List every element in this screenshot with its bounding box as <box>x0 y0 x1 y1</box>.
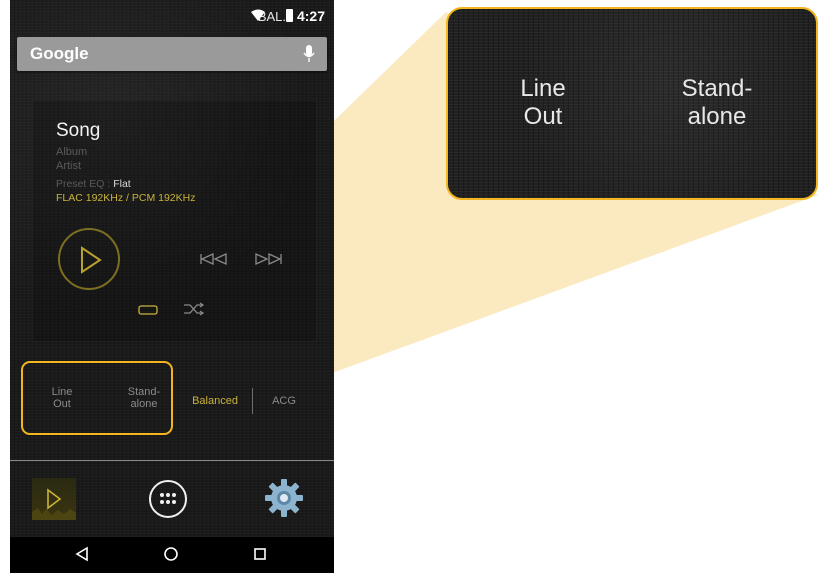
navigation-bar <box>10 537 334 573</box>
preset-eq: Preset EQ : Flat <box>56 178 131 190</box>
preset-eq-label: Preset EQ : <box>56 178 111 190</box>
mode-balanced[interactable]: Balanced <box>186 395 244 407</box>
zoom-standalone-line1: Stand- <box>681 75 753 102</box>
album-name: Album <box>56 146 88 158</box>
zoom-line-out: Line Out <box>508 75 578 131</box>
app-drawer-button[interactable] <box>149 480 187 518</box>
dock-divider <box>10 460 334 461</box>
play-button[interactable] <box>58 228 120 290</box>
wifi-icon <box>251 9 265 21</box>
zoom-line-out-line1: Line <box>520 75 566 102</box>
song-title: Song <box>56 120 101 141</box>
google-logo: Google <box>30 44 89 63</box>
preset-eq-value: Flat <box>113 178 131 190</box>
app-drawer-icon <box>160 493 176 504</box>
audio-format: FLAC 192KHz / PCM 192KHz <box>56 192 196 204</box>
zoom-line-out-line2: Out <box>523 103 563 130</box>
zoom-standalone-line2: alone <box>687 103 747 130</box>
previous-icon[interactable] <box>199 253 229 265</box>
recents-icon[interactable] <box>253 546 267 562</box>
battery-icon <box>286 9 293 22</box>
mode-acg[interactable]: ACG <box>267 395 301 407</box>
play-icon <box>81 246 102 274</box>
zoom-callout: Line Out Stand- alone <box>446 7 818 200</box>
mic-icon[interactable] <box>303 45 315 63</box>
settings-icon[interactable] <box>264 478 304 518</box>
google-search-bar[interactable]: Google <box>17 37 327 71</box>
music-player-app[interactable] <box>32 478 76 520</box>
clock: 4:27 <box>296 8 325 24</box>
next-icon[interactable] <box>253 253 283 265</box>
back-icon[interactable] <box>75 546 89 562</box>
status-bar: BAL. 4:27 <box>10 0 334 32</box>
mode-divider <box>252 388 253 414</box>
phone-screen: BAL. 4:27 Google Song Album Artist Prese… <box>10 0 334 573</box>
shuffle-icon[interactable] <box>183 302 205 316</box>
artist-name: Artist <box>56 160 82 172</box>
home-icon[interactable] <box>163 546 179 562</box>
repeat-icon[interactable] <box>137 304 159 316</box>
music-player-icon <box>32 488 76 520</box>
mode-highlight-box <box>21 361 173 435</box>
zoom-standalone: Stand- alone <box>674 75 760 131</box>
